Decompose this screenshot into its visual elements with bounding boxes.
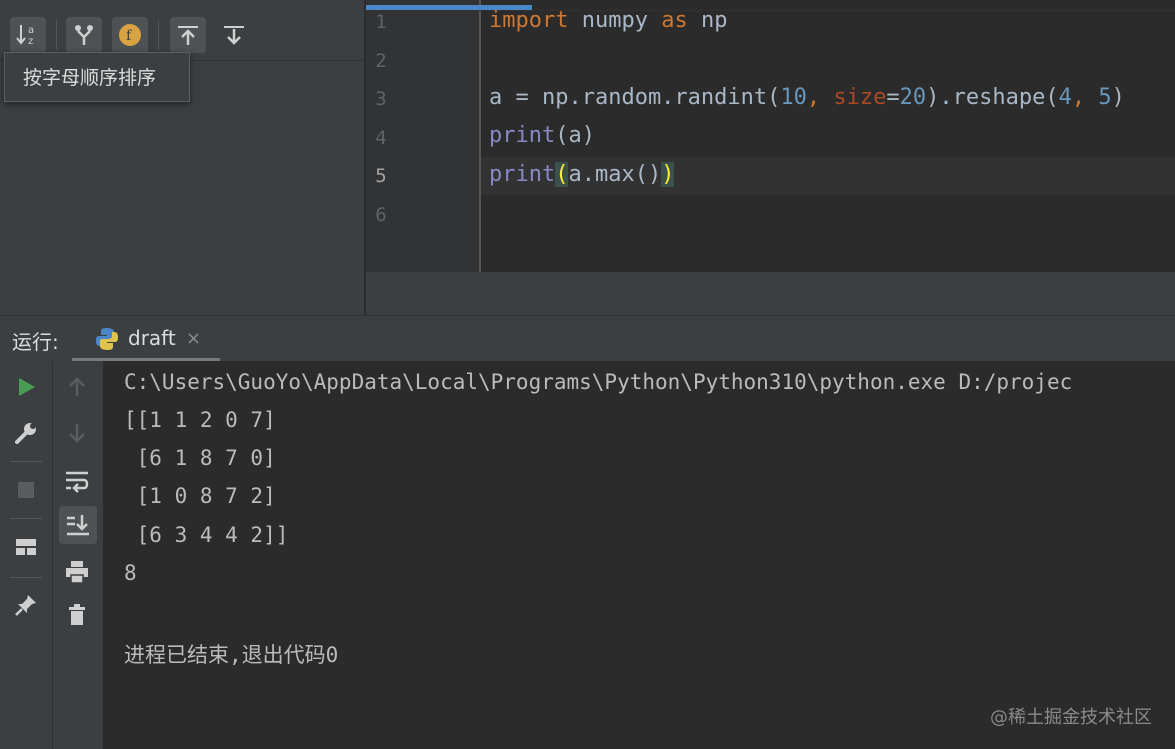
scroll-down-button[interactable] bbox=[59, 415, 95, 451]
run-tab-label: draft bbox=[128, 326, 176, 350]
code-comma: , bbox=[806, 85, 834, 110]
settings-wrench-button[interactable] bbox=[8, 415, 44, 451]
line-number: 4 bbox=[375, 127, 387, 149]
line-number: 6 bbox=[375, 204, 387, 226]
arrow-down-icon bbox=[69, 424, 85, 443]
code-line-5[interactable]: print(a.max()) bbox=[489, 162, 675, 187]
code-line-3[interactable]: a = np.random.randint(10, size=20).resha… bbox=[489, 85, 1125, 110]
rerun-button[interactable] bbox=[8, 369, 44, 405]
console-line: C:\Users\GuoYo\AppData\Local\Programs\Py… bbox=[124, 370, 1073, 394]
code-text: numpy bbox=[568, 8, 662, 33]
stop-icon bbox=[18, 482, 34, 498]
print-button[interactable] bbox=[59, 554, 95, 590]
wrench-icon bbox=[15, 423, 36, 444]
sort-tooltip: 按字母顺序排序 bbox=[4, 52, 190, 102]
console-line: [1 0 8 7 2] bbox=[124, 484, 276, 508]
show-fields-button[interactable]: f bbox=[112, 17, 148, 53]
number: 5 bbox=[1098, 85, 1112, 110]
builtin-function: print bbox=[489, 123, 556, 148]
code-text: = bbox=[886, 85, 900, 110]
scroll-up-button[interactable] bbox=[59, 369, 95, 405]
run-play-icon bbox=[19, 378, 35, 396]
collapse-down-icon bbox=[224, 26, 244, 45]
layout-button[interactable] bbox=[8, 529, 44, 565]
code-line-4[interactable]: print(a) bbox=[489, 123, 595, 148]
python-icon bbox=[94, 326, 120, 352]
keyword: as bbox=[661, 8, 688, 33]
line-number: 3 bbox=[375, 88, 387, 110]
code-text: (a) bbox=[555, 123, 595, 148]
code-text: a.max() bbox=[568, 162, 662, 187]
code-line-1[interactable]: import numpy as np bbox=[489, 8, 727, 33]
sort-alphabetically-button[interactable]: a z bbox=[10, 17, 46, 53]
console-line: [6 3 4 4 2]] bbox=[124, 523, 289, 547]
code-text: ) bbox=[1111, 85, 1125, 110]
line-number: 1 bbox=[375, 11, 387, 33]
code-editor[interactable] bbox=[366, 0, 1175, 272]
code-text: ).reshape( bbox=[926, 85, 1059, 110]
pin-icon bbox=[15, 595, 36, 616]
trash-icon bbox=[69, 604, 85, 625]
code-text: np bbox=[687, 8, 728, 33]
print-icon bbox=[66, 561, 88, 584]
merge-icon bbox=[75, 25, 93, 45]
expand-up-icon bbox=[178, 26, 198, 45]
scroll-to-end-icon bbox=[67, 515, 89, 536]
soft-wrap-button[interactable] bbox=[59, 463, 95, 499]
code-comma: , bbox=[1071, 85, 1099, 110]
console-line: [6 1 8 7 0] bbox=[124, 446, 276, 470]
field-f-icon: f bbox=[119, 24, 141, 46]
svg-text:z: z bbox=[28, 36, 33, 47]
show-inherited-button[interactable] bbox=[66, 17, 102, 53]
soft-wrap-icon bbox=[66, 471, 89, 493]
pin-tab-button[interactable] bbox=[8, 587, 44, 623]
line-number: 2 bbox=[375, 50, 387, 72]
close-icon[interactable]: × bbox=[186, 328, 201, 349]
line-number-current: 5 bbox=[375, 165, 387, 187]
expand-all-button[interactable] bbox=[170, 17, 206, 53]
code-text: a = np.random.randint( bbox=[489, 85, 781, 110]
number: 10 bbox=[780, 85, 807, 110]
matched-brace: ) bbox=[661, 162, 675, 187]
matched-brace: ( bbox=[555, 162, 569, 187]
console-line: 8 bbox=[124, 561, 137, 585]
arrow-up-icon bbox=[69, 377, 85, 396]
clear-all-button[interactable] bbox=[59, 597, 95, 633]
param-name: size bbox=[833, 85, 887, 110]
editor-bottom-area bbox=[366, 272, 1175, 315]
collapse-all-button[interactable] bbox=[216, 17, 252, 53]
scroll-to-end-button[interactable] bbox=[59, 506, 97, 544]
number: 4 bbox=[1058, 85, 1072, 110]
watermark: @稀土掘金技术社区 bbox=[990, 707, 1152, 728]
stop-button[interactable] bbox=[8, 472, 44, 508]
keyword: import bbox=[489, 8, 569, 33]
layout-icon bbox=[16, 539, 36, 555]
builtin-function: print bbox=[489, 162, 556, 187]
run-label: 运行: bbox=[12, 330, 59, 354]
sort-alphabetically-icon: a z bbox=[16, 25, 34, 47]
number: 20 bbox=[899, 85, 927, 110]
console-line: [[1 1 2 0 7] bbox=[124, 408, 276, 432]
process-exit-message: 进程已结束,退出代码0 bbox=[124, 643, 339, 667]
svg-text:a: a bbox=[28, 25, 34, 36]
